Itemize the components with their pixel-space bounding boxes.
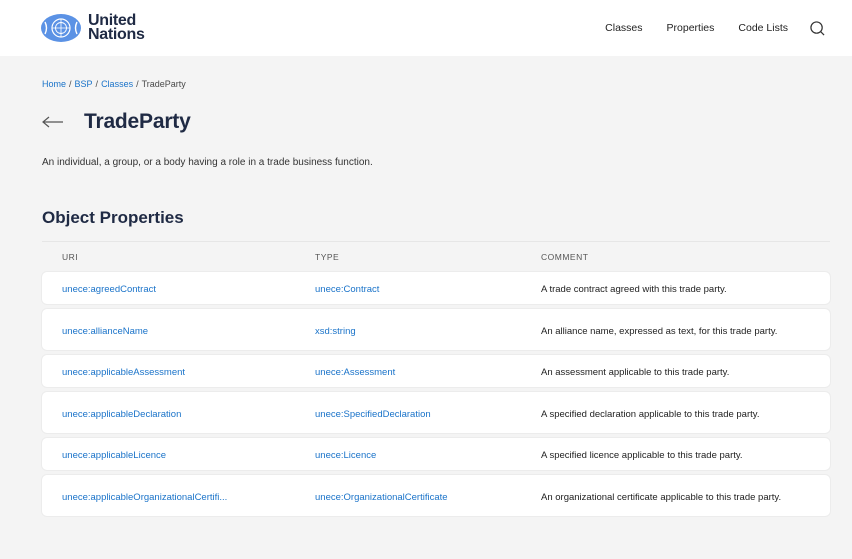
un-emblem-icon bbox=[41, 14, 81, 42]
table-row: unece:applicableOrganizationalCertifi...… bbox=[42, 475, 830, 516]
uri-link[interactable]: unece:allianceName bbox=[62, 326, 148, 337]
main-nav: Classes Properties Code Lists bbox=[581, 19, 826, 37]
title-row: TradeParty bbox=[42, 109, 830, 135]
column-header-type: TYPE bbox=[315, 252, 340, 262]
object-properties-table: URI TYPE COMMENT unece:agreedContract un… bbox=[42, 241, 830, 516]
table-header: URI TYPE COMMENT bbox=[42, 241, 830, 272]
type-link[interactable]: unece:Assessment bbox=[315, 367, 395, 378]
breadcrumb-bsp[interactable]: BSP bbox=[75, 79, 93, 89]
breadcrumb-separator: / bbox=[69, 79, 72, 89]
breadcrumb-classes[interactable]: Classes bbox=[101, 79, 133, 89]
un-logo-text: United Nations bbox=[88, 13, 145, 43]
back-button[interactable] bbox=[42, 115, 64, 129]
comment-text: A trade contract agreed with this trade … bbox=[541, 284, 727, 295]
search-icon bbox=[809, 20, 824, 35]
column-header-comment: COMMENT bbox=[541, 252, 589, 262]
un-logo[interactable]: United Nations bbox=[40, 13, 145, 43]
type-link[interactable]: xsd:string bbox=[315, 326, 356, 337]
breadcrumb-current: TradeParty bbox=[141, 79, 186, 89]
comment-text: A specified licence applicable to this t… bbox=[541, 450, 743, 461]
nav-link-code-lists[interactable]: Code Lists bbox=[738, 22, 788, 34]
nav-link-classes[interactable]: Classes bbox=[605, 22, 642, 34]
uri-link[interactable]: unece:agreedContract bbox=[62, 284, 156, 295]
nav-link-properties[interactable]: Properties bbox=[667, 22, 715, 34]
comment-text: An assessment applicable to this trade p… bbox=[541, 367, 730, 378]
site-header: United Nations Classes Properties Code L… bbox=[0, 0, 852, 56]
type-link[interactable]: unece:Contract bbox=[315, 284, 379, 295]
table-row: unece:applicableDeclaration unece:Specif… bbox=[42, 392, 830, 433]
page-title: TradeParty bbox=[84, 110, 191, 133]
search-button[interactable] bbox=[808, 19, 826, 37]
section-title-object-properties: Object Properties bbox=[42, 208, 184, 227]
uri-link[interactable]: unece:applicableDeclaration bbox=[62, 409, 181, 420]
uri-link[interactable]: unece:applicableOrganizationalCertifi... bbox=[62, 492, 227, 503]
column-header-uri: URI bbox=[62, 252, 79, 262]
table-row: unece:agreedContract unece:Contract A tr… bbox=[42, 272, 830, 304]
breadcrumb: Home / BSP / Classes / TradeParty bbox=[42, 78, 830, 90]
breadcrumb-home[interactable]: Home bbox=[42, 79, 66, 89]
comment-text: An alliance name, expressed as text, for… bbox=[541, 325, 778, 337]
logo-line-2: Nations bbox=[88, 26, 145, 43]
main-content: Home / BSP / Classes / TradeParty TradeP… bbox=[0, 56, 852, 516]
comment-text: A specified declaration applicable to th… bbox=[541, 408, 760, 420]
table-row: unece:applicableAssessment unece:Assessm… bbox=[42, 355, 830, 387]
type-link[interactable]: unece:Licence bbox=[315, 450, 376, 461]
type-link[interactable]: unece:SpecifiedDeclaration bbox=[315, 409, 431, 420]
breadcrumb-separator: / bbox=[95, 79, 99, 89]
type-link[interactable]: unece:OrganizationalCertificate bbox=[315, 492, 448, 503]
class-description: An individual, a group, or a body having… bbox=[42, 157, 373, 168]
table-row: unece:applicableLicence unece:Licence A … bbox=[42, 438, 830, 470]
table-row: unece:allianceName xsd:string An allianc… bbox=[42, 309, 830, 350]
comment-text: An organizational certificate applicable… bbox=[541, 491, 782, 503]
uri-link[interactable]: unece:applicableAssessment bbox=[62, 367, 185, 378]
arrow-left-icon bbox=[42, 116, 63, 128]
breadcrumb-separator: / bbox=[136, 79, 139, 89]
uri-link[interactable]: unece:applicableLicence bbox=[62, 450, 166, 461]
